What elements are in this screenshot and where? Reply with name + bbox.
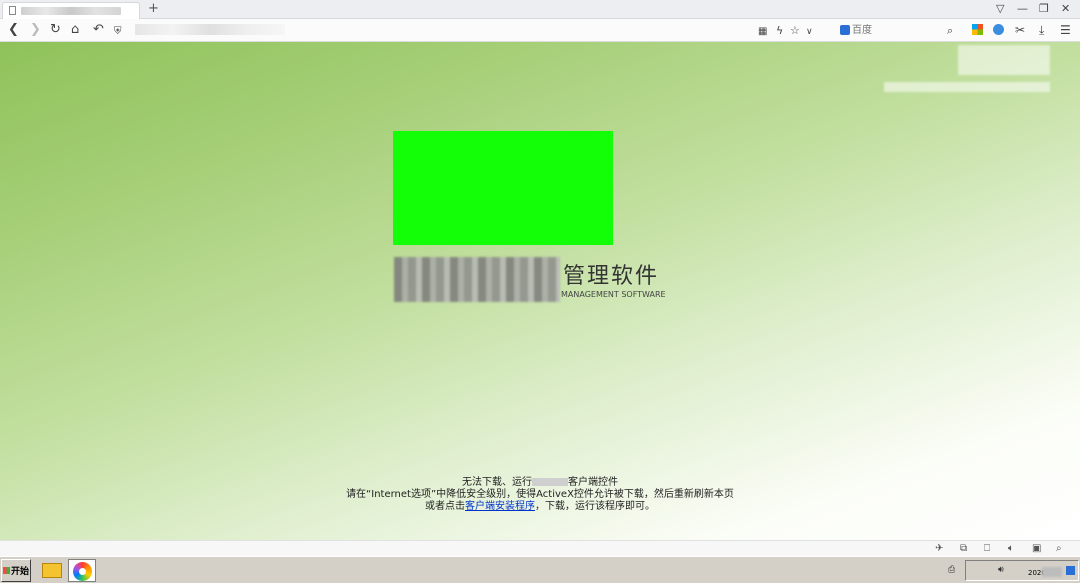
home-icon[interactable]: ⌂ bbox=[71, 22, 79, 38]
printer-icon[interactable]: ⎙ bbox=[948, 565, 955, 575]
brand-logo-placeholder bbox=[393, 131, 613, 245]
product-name: 管理软件 bbox=[563, 264, 660, 289]
speaker-icon[interactable]: 🔊︎ bbox=[998, 565, 1004, 575]
search-icon[interactable]: ⌕ bbox=[947, 23, 953, 39]
address-bar-redacted[interactable] bbox=[135, 24, 285, 35]
window-tile-icon[interactable]: ⧉ bbox=[960, 543, 967, 554]
error-message-line-3: 或者点击客户端安装程序，下载，运行该程序即可。 bbox=[425, 501, 655, 512]
apps-grid-icon[interactable] bbox=[972, 24, 983, 35]
flash-icon[interactable]: ϟ bbox=[776, 23, 783, 39]
restore-button[interactable]: ❐ bbox=[1039, 2, 1049, 15]
product-subtitle: MANAGEMENT SOFTWARE bbox=[561, 290, 666, 299]
screenshot-icon[interactable]: ▣ bbox=[1032, 543, 1041, 554]
favorite-star-icon[interactable]: ☆ bbox=[790, 23, 800, 39]
volume-icon[interactable]: 🔈︎ bbox=[1008, 543, 1014, 554]
browser-status-bar: ✈ ⧉ ⎕ 🔈︎ ▣ ⌕ bbox=[0, 540, 1080, 556]
start-button[interactable]: 开始 bbox=[1, 559, 31, 582]
accelerate-icon[interactable]: ✈ bbox=[935, 543, 943, 554]
messenger-icon[interactable] bbox=[993, 24, 1004, 35]
installer-download-link[interactable]: 客户端安装程序 bbox=[465, 501, 535, 512]
close-window-button[interactable]: ✕ bbox=[1061, 2, 1070, 15]
show-desktop-icon[interactable] bbox=[1066, 566, 1075, 575]
folder-icon bbox=[42, 563, 62, 578]
search-input[interactable] bbox=[852, 23, 944, 38]
error-message-line-1: 无法下载、运行 客户端控件 bbox=[462, 477, 618, 488]
windows-flag-icon bbox=[2, 567, 10, 574]
tab-title-redacted bbox=[21, 7, 121, 15]
new-tab-button[interactable]: + bbox=[148, 1, 159, 16]
system-tray: ⎙ 🔊︎ 2020 bbox=[948, 560, 1079, 581]
taskbar-file-explorer[interactable] bbox=[38, 559, 66, 582]
undo-close-icon[interactable]: ↶ bbox=[93, 22, 104, 38]
os-taskbar: 开始 ⎙ 🔊︎ 2020 bbox=[0, 556, 1080, 583]
refresh-icon[interactable]: ↻ bbox=[50, 22, 61, 38]
search-box[interactable] bbox=[836, 22, 962, 39]
qr-code-icon[interactable]: ▦ bbox=[758, 24, 767, 40]
security-shield-icon[interactable]: ⛨ bbox=[114, 24, 122, 40]
taskbar-browser[interactable] bbox=[68, 559, 96, 582]
redacted-text bbox=[532, 478, 568, 486]
browser-tab-active[interactable] bbox=[2, 2, 140, 19]
clock-redacted bbox=[1042, 567, 1062, 577]
scissors-icon[interactable]: ✂ bbox=[1015, 22, 1025, 38]
header-subtext-redacted bbox=[884, 82, 1050, 92]
navigation-toolbar: ❮ ❯ ↻ ⌂ ↶ ⛨ ▦ ϟ ☆ ∨ ⌕ ✂ ⤓ ☰ bbox=[0, 19, 1080, 42]
error-message-line-2: 请在“Internet选项”中降低安全级别，使得ActiveX控件允许被下载，然… bbox=[346, 489, 734, 500]
minimize-button[interactable]: — bbox=[1017, 2, 1028, 15]
download-icon[interactable]: ⤓ bbox=[1039, 22, 1044, 38]
browser-app-icon bbox=[73, 562, 92, 581]
baidu-logo-icon bbox=[840, 25, 850, 35]
page-content: 管理软件 MANAGEMENT SOFTWARE 无法下载、运行 客户端控件 请在… bbox=[0, 42, 1080, 540]
chevron-down-icon[interactable]: ∨ bbox=[806, 24, 813, 40]
header-text-redacted bbox=[958, 45, 1050, 75]
company-name-redacted bbox=[394, 257, 560, 302]
skin-icon[interactable]: ▽ bbox=[996, 2, 1004, 15]
tab-strip: + ▽ — ❐ ✕ bbox=[0, 0, 1080, 19]
forward-icon[interactable]: ❯ bbox=[30, 22, 41, 38]
page-favicon-icon bbox=[9, 6, 16, 15]
zoom-icon[interactable]: ⌕ bbox=[1056, 543, 1062, 554]
menu-icon[interactable]: ☰ bbox=[1060, 22, 1071, 38]
trash-icon[interactable]: ⎕ bbox=[984, 543, 990, 554]
back-icon[interactable]: ❮ bbox=[8, 22, 19, 38]
